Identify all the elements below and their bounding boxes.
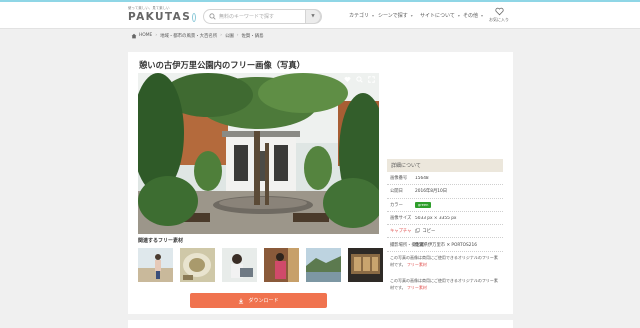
search-options-button[interactable]: ▼	[305, 9, 321, 24]
main-photo[interactable]	[138, 73, 379, 234]
color-tag[interactable]: green	[415, 201, 432, 208]
heart-icon	[494, 7, 504, 16]
detail-row-published: 公開日 2016年8月10日	[387, 185, 503, 199]
chevron-down-icon: ▾	[457, 13, 460, 18]
search-box: ▼	[203, 9, 322, 24]
license-link[interactable]: フリー素材	[407, 262, 427, 267]
detail-value: 2016年8月10日	[415, 189, 448, 195]
detail-row-location: 撮影場所・撮影者 佐賀県伊万里市 ✕ PORTOS216	[387, 238, 503, 252]
detail-label: 公開日	[390, 189, 403, 195]
chevron-down-icon: ▾	[372, 13, 375, 18]
breadcrumb-separator: ›	[220, 33, 222, 38]
license-note: この写真の画像は商用にご使用できるオリジナルのフリー素材です。 フリー素材	[387, 275, 503, 291]
related-thumbnail[interactable]	[264, 248, 299, 282]
logo-wordmark: PAKUTAS	[128, 11, 196, 23]
detail-label: 画像サイズ	[390, 216, 412, 222]
breadcrumb-separator: ›	[236, 33, 239, 38]
site-logo[interactable]: 使って楽しい、見て楽しい PAKUTAS	[128, 5, 196, 23]
nav-category[interactable]: カテゴリ ▾	[349, 12, 374, 19]
favorites-label: お気に入り	[489, 17, 509, 22]
page-title: 憩いの古伊万里公園内のフリー画像（写真）	[139, 60, 305, 70]
nav-about-label: サイトについて	[420, 13, 455, 19]
heart-icon[interactable]	[344, 76, 351, 83]
license-note: この写真の画像は商用にご使用できるオリジナルのフリー素材です。 フリー素材	[387, 252, 503, 268]
detail-row-caption: キャプチャ コピー	[387, 225, 503, 239]
related-thumbnail[interactable]	[180, 248, 215, 282]
detail-label: 画像番号	[390, 176, 408, 182]
download-button[interactable]: ダウンロード	[190, 293, 327, 308]
detail-label: キャプチャ	[390, 229, 412, 235]
nav-other-label: その他	[463, 13, 479, 19]
detail-value: 5033 px × 3355 px	[415, 215, 457, 221]
detail-value: 佐賀県伊万里市 ✕ PORTOS216	[415, 242, 477, 248]
related-section-title: 関連するフリー素材	[138, 238, 184, 244]
search-input[interactable]	[219, 12, 307, 22]
search-icon	[209, 13, 216, 20]
download-icon	[239, 298, 244, 304]
related-thumbnail[interactable]	[222, 248, 257, 282]
nav-other[interactable]: その他 ▾	[463, 12, 483, 19]
logo-text: PAKUTAS	[128, 11, 192, 23]
chevron-down-icon: ▾	[410, 13, 413, 18]
breadcrumb-item[interactable]: 佐賀・鍋島	[242, 33, 264, 39]
details-heading: 詳細について	[387, 159, 503, 172]
detail-row-color: カラー green	[387, 199, 503, 212]
breadcrumb-separator: ›	[155, 33, 158, 38]
nav-about[interactable]: サイトについて ▾	[420, 12, 460, 19]
detail-value: 15648	[415, 175, 429, 181]
detail-row-image-number: 画像番号 15648	[387, 172, 503, 186]
detail-value: コピー	[415, 228, 503, 234]
nav-category-label: カテゴリ	[349, 13, 370, 19]
related-thumbnail[interactable]	[306, 248, 341, 282]
copy-caption-link[interactable]: コピー	[422, 229, 435, 234]
breadcrumb-item[interactable]: 公園	[225, 33, 234, 39]
photo-detail-card: 憩いの古伊万里公園内のフリー画像（写真） 関連するフリー素材 ダウンロード 詳細…	[128, 52, 513, 314]
download-label: ダウンロード	[248, 298, 279, 304]
favorites-button[interactable]: お気に入り	[487, 7, 511, 23]
detail-row-image-size: 画像サイズ 5033 px × 3355 px	[387, 212, 503, 226]
photo-tools	[344, 76, 375, 83]
expand-icon[interactable]	[368, 76, 375, 83]
breadcrumb-home[interactable]: HOME	[139, 33, 152, 38]
logo-tagline: 使って楽しい、見て楽しい	[128, 6, 170, 10]
chevron-down-icon: ▼	[311, 14, 315, 19]
courtyard-photo-image	[138, 73, 379, 234]
related-thumbnail[interactable]	[348, 248, 383, 282]
zoom-icon[interactable]	[356, 76, 363, 83]
breadcrumb-item[interactable]: 地域・都市の風景・大百名所	[160, 33, 217, 39]
related-thumbnails	[138, 248, 383, 282]
nav-scene-label: シーンで探す	[378, 13, 408, 19]
breadcrumb: HOME › 地域・都市の風景・大百名所 › 公園 › 佐賀・鍋島	[131, 31, 263, 40]
nav-scene[interactable]: シーンで探す ▾	[378, 12, 413, 19]
detail-label: 撮影場所・撮影者	[390, 242, 425, 248]
detail-label: カラー	[390, 202, 403, 208]
details-panel: 詳細について 画像番号 15648 公開日 2016年8月10日 カラー gre…	[387, 159, 503, 291]
logo-mark-icon	[192, 12, 196, 22]
home-icon	[131, 33, 137, 38]
related-thumbnail[interactable]	[138, 248, 173, 282]
site-header: 使って楽しい、見て楽しい PAKUTAS ▼ カテゴリ▾ シーンで探す▾ サイト…	[0, 0, 640, 29]
license-link[interactable]: フリー素材	[407, 285, 427, 290]
next-section-card	[128, 320, 513, 328]
detail-value: green	[415, 201, 503, 208]
chevron-down-icon: ▾	[481, 13, 484, 18]
copy-icon	[415, 228, 420, 234]
